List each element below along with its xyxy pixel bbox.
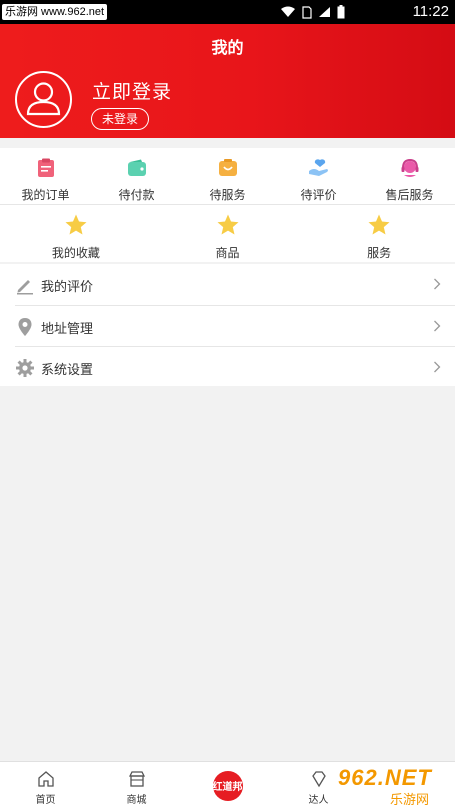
home-icon <box>37 771 54 787</box>
status-bar: 乐游网 www.962.net 11:22 <box>0 0 455 24</box>
diamond-icon <box>311 771 326 788</box>
fav-item-products[interactable]: 商品 <box>152 205 304 262</box>
fav-item-services[interactable]: 服务 <box>303 205 455 262</box>
fav-label: 商品 <box>215 246 240 260</box>
login-title[interactable]: 立即登录 <box>92 77 172 104</box>
menu-label: 我的评价 <box>41 279 94 294</box>
clipboard-icon <box>35 157 57 179</box>
login-status-button[interactable]: 未登录 <box>91 108 150 130</box>
wifi-icon <box>281 6 295 17</box>
star-icon <box>65 214 87 235</box>
order-label: 售后服务 <box>385 188 434 202</box>
promo-badge: 红道邦 <box>212 770 243 801</box>
shop-icon <box>128 771 145 787</box>
nav-mall[interactable]: 商城 <box>91 762 182 809</box>
wallet-icon <box>126 157 148 179</box>
star-icon <box>217 214 238 235</box>
sim-icon <box>302 5 312 19</box>
avatar[interactable] <box>15 71 72 128</box>
order-item-my-orders[interactable]: 我的订单 <box>0 148 91 204</box>
fav-label: 服务 <box>367 246 392 260</box>
chevron-right-icon <box>434 320 441 332</box>
watermark-logo: 962.NET 乐游网 <box>338 765 448 807</box>
clock: 11:22 <box>412 3 449 20</box>
fav-label: 我的收藏 <box>51 246 100 260</box>
chevron-right-icon <box>434 361 441 373</box>
status-icons <box>280 5 345 19</box>
profile-header: 我的 立即登录 未登录 <box>0 24 455 138</box>
order-label: 待付款 <box>118 188 155 202</box>
favorites-row: 我的收藏 商品 服务 <box>0 205 455 262</box>
watermark-text: 乐游网 www.962.net <box>2 4 108 20</box>
order-item-pending-service[interactable]: 待服务 <box>182 148 273 204</box>
menu-label: 地址管理 <box>41 321 94 336</box>
watermark-small: 乐游网 <box>390 792 430 807</box>
signal-icon <box>319 7 330 17</box>
order-label: 我的订单 <box>21 188 70 202</box>
menu-item-address[interactable]: 地址管理 <box>15 305 455 346</box>
order-item-pending-review[interactable]: 待评价 <box>273 148 364 204</box>
menu-item-settings[interactable]: 系统设置 <box>15 346 455 387</box>
order-item-after-sales[interactable]: 售后服务 <box>364 148 455 204</box>
order-label: 待服务 <box>209 188 246 202</box>
nav-home[interactable]: 首页 <box>0 762 91 809</box>
orders-row: 我的订单 待付款 待服务 待评价 售后服务 <box>0 148 455 204</box>
nav-label: 达人 <box>308 795 329 806</box>
settings-menu: 我的评价 地址管理 系统设置 <box>0 264 455 386</box>
nav-promo[interactable]: 红道邦 <box>182 762 273 809</box>
order-label: 待评价 <box>300 188 337 202</box>
headset-icon <box>399 157 421 179</box>
gear-icon <box>16 359 34 377</box>
user-icon <box>26 82 61 116</box>
location-pin-icon <box>18 318 32 336</box>
hand-heart-icon <box>308 157 330 179</box>
pencil-icon <box>17 280 33 295</box>
service-box-icon <box>217 157 239 179</box>
page-title: 我的 <box>211 40 244 57</box>
menu-item-my-reviews[interactable]: 我的评价 <box>15 264 455 305</box>
fav-item-my-collection[interactable]: 我的收藏 <box>0 205 152 262</box>
nav-label: 商城 <box>126 795 147 806</box>
star-icon <box>368 214 390 235</box>
battery-icon <box>337 5 345 19</box>
menu-label: 系统设置 <box>41 362 94 377</box>
watermark-big: 962.NET <box>338 765 432 790</box>
order-item-pending-payment[interactable]: 待付款 <box>91 148 182 204</box>
chevron-right-icon <box>434 278 441 290</box>
nav-label: 首页 <box>35 795 56 806</box>
